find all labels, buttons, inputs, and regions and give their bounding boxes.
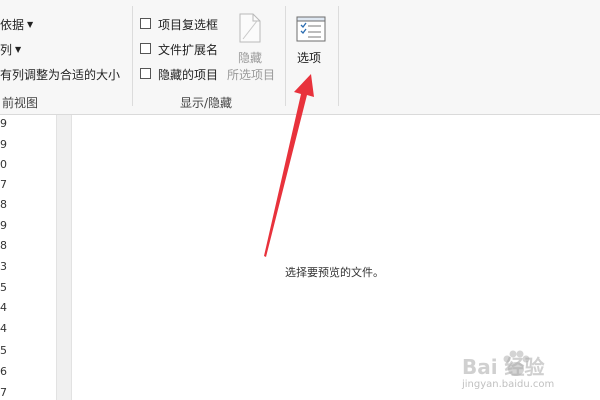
nav-item[interactable]: 4 [0,322,16,335]
hidden-items-checkbox[interactable] [140,68,151,79]
nav-item[interactable]: 5 [0,281,16,294]
chevron-down-icon: ▼ [27,20,34,29]
sort-by-label: 依据 [0,18,25,32]
fit-columns-button[interactable]: 有列调整为合适的大小 [0,66,120,83]
nav-item[interactable]: 8 [0,239,16,252]
options-icon [296,16,326,42]
nav-item[interactable]: 0 [0,158,16,171]
ribbon: 依据 ▼ 列 ▼ 有列调整为合适的大小 前视图 项目复选框 文件扩展名 隐藏的项目 … [0,0,600,115]
file-extensions-checkbox[interactable] [140,43,151,54]
watermark-brand: Bai 经验 [462,355,545,379]
options-label: 选项 [297,51,322,65]
nav-item[interactable]: 6 [0,365,16,378]
nav-item[interactable]: 4 [0,301,16,314]
preview-message: 选择要预览的文件。 [285,266,384,279]
navigation-pane: 9 9 0 7 8 9 8 3 5 4 4 5 6 7 [0,115,56,400]
hide-selected-label-line1: 隐藏 [238,51,263,65]
watermark-url: jingyan.baidu.com [462,379,555,390]
nav-item[interactable]: 9 [0,219,16,232]
navigation-scrollbar[interactable] [56,115,72,400]
add-columns-label: 列 [0,43,13,57]
hide-selected-label-line2: 所选项目 [227,68,276,82]
hidden-items-label[interactable]: 隐藏的项目 [158,66,218,83]
add-columns-button[interactable]: 列 ▼ [0,41,21,58]
group-divider [285,6,286,106]
nav-item[interactable]: 9 [0,117,16,130]
nav-item[interactable]: 7 [0,178,16,191]
nav-item[interactable]: 3 [0,260,16,273]
file-extensions-label[interactable]: 文件扩展名 [158,41,218,58]
nav-item[interactable]: 7 [0,386,16,399]
chevron-down-icon: ▼ [15,45,22,54]
watermark: Bai 经验 jingyan.baidu.com [462,343,598,399]
options-button[interactable]: 选项 [290,10,332,70]
hide-selected-icon [239,13,261,43]
show-hide-group-label: 显示/隐藏 [180,96,233,110]
nav-item[interactable]: 5 [0,344,16,357]
item-checkboxes-label[interactable]: 项目复选框 [158,16,218,33]
group-divider [132,6,133,106]
item-checkboxes-checkbox[interactable] [140,18,151,29]
fit-columns-label: 有列调整为合适的大小 [0,68,121,82]
nav-item[interactable]: 9 [0,138,16,151]
group-divider [338,6,339,106]
nav-item[interactable]: 8 [0,198,16,211]
current-view-group-label: 前视图 [2,96,39,110]
sort-by-button[interactable]: 依据 ▼ [0,16,33,33]
